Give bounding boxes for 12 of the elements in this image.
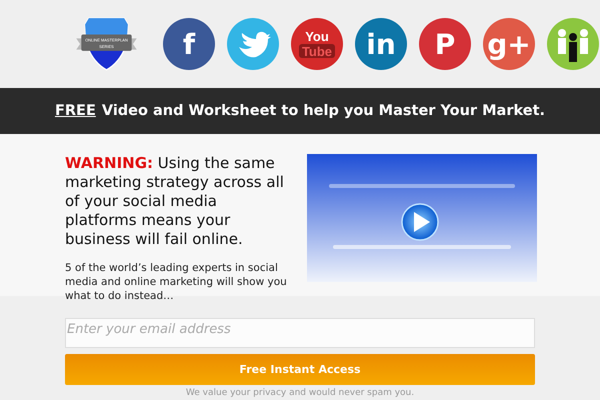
warning-text: WARNING: Using the same marketing strategy across all of your social media platforms means your business will fail online. [65,154,285,249]
googleplus-icon[interactable]: g+ [482,17,536,71]
banner-highlight: FREE [54,103,96,119]
linkedin-icon[interactable]: in [354,17,408,71]
privacy-note: We value your privacy and would never spam you. [186,388,414,398]
banner-headline: Video and Worksheet to help you Master Your Market. [102,103,546,119]
facebook-icon[interactable]: f [162,17,216,71]
email-field[interactable]: Enter your email address [65,318,535,348]
group-icon[interactable] [546,17,600,71]
pinterest-icon[interactable]: P [418,17,472,71]
intro-text: 5 of the world’s leading experts in social media and online marketing will show you what to do instead… [65,261,288,303]
youtube-icon[interactable]: You Tube [290,17,344,71]
